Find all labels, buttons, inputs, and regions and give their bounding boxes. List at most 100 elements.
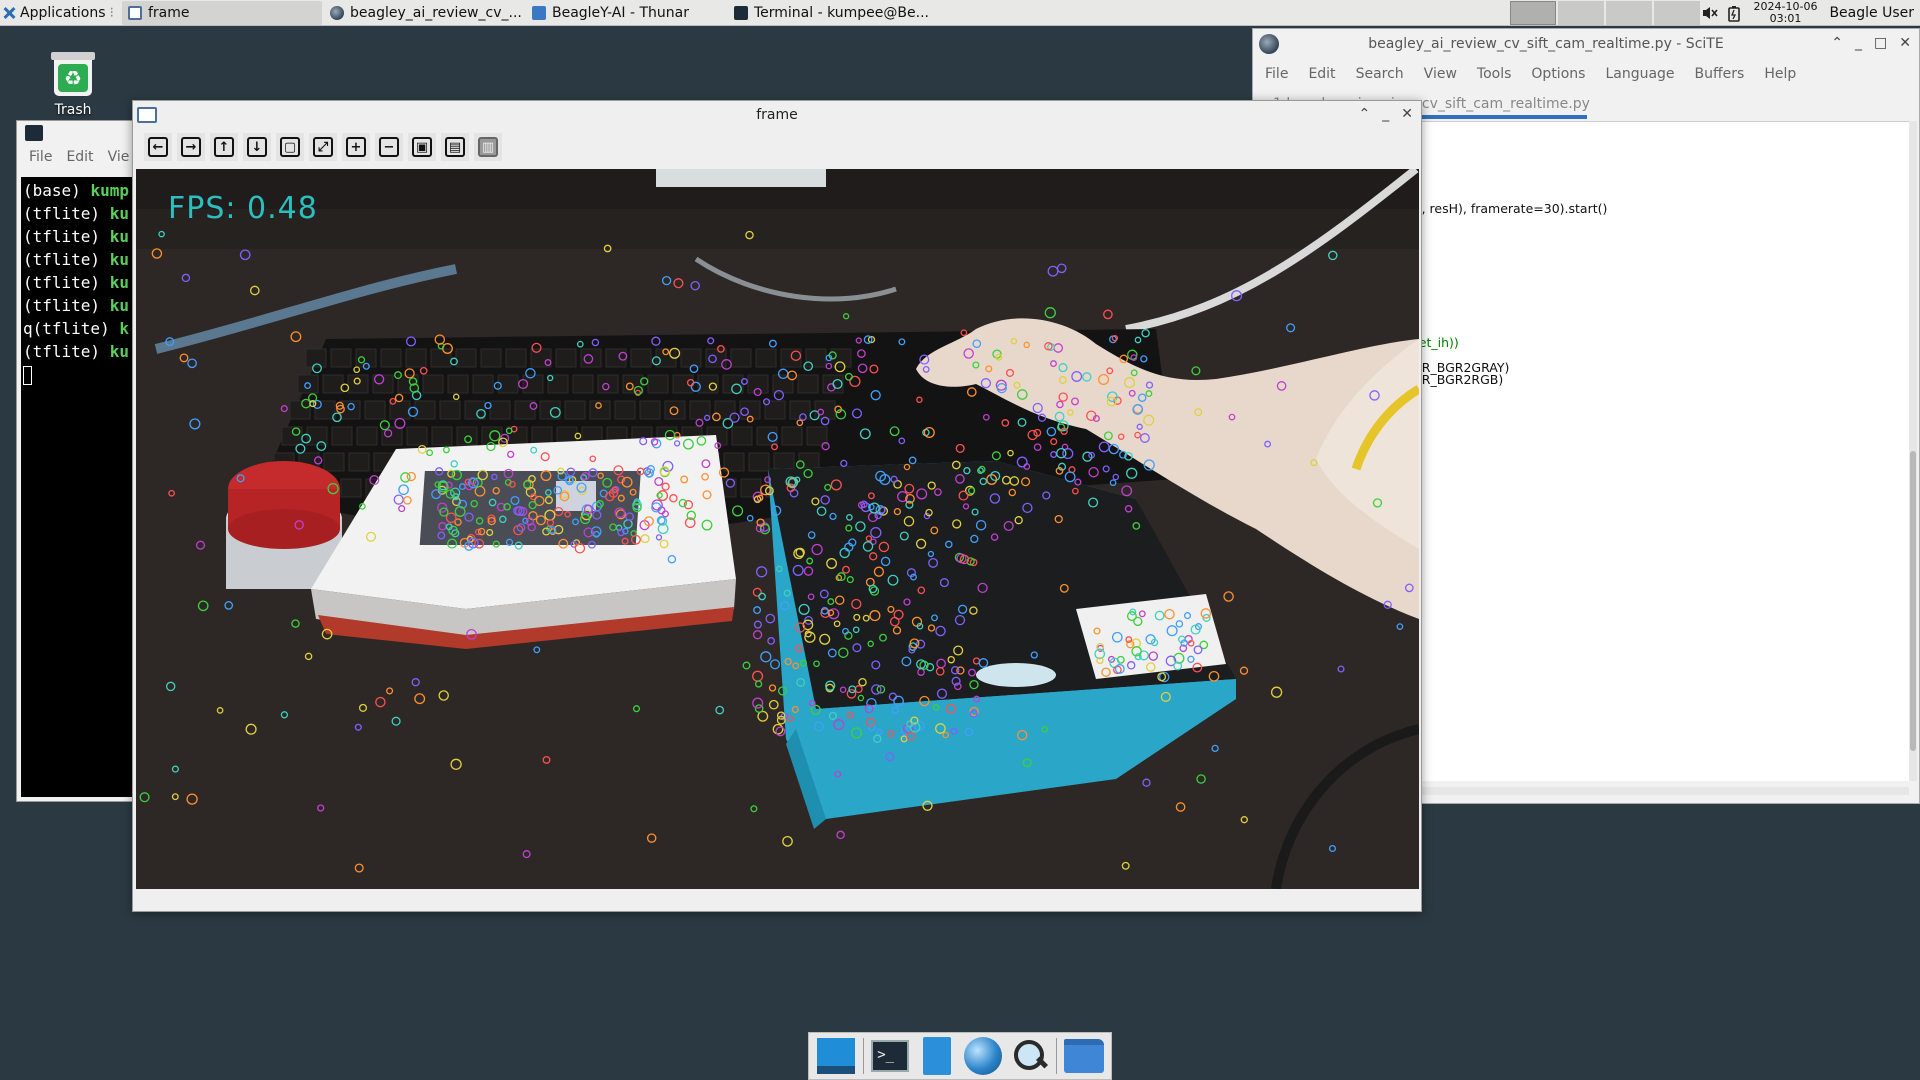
scite-titlebar[interactable]: beagley_ai_review_cv_sift_cam_realtime.p… xyxy=(1253,29,1919,59)
save-image-button[interactable]: ▣ xyxy=(408,133,436,161)
camera-frame-view[interactable]: FPS: 0.48 xyxy=(136,169,1419,889)
window-icon xyxy=(127,5,142,20)
volume-muted-icon[interactable] xyxy=(1702,6,1718,20)
scite-icon xyxy=(329,5,344,20)
frame-close-button[interactable]: ✕ xyxy=(1401,106,1413,122)
app-finder-launcher[interactable] xyxy=(1010,1036,1050,1076)
camera-image xyxy=(136,169,1419,889)
scite-menu-tools[interactable]: Tools xyxy=(1477,66,1512,82)
terminal-output[interactable]: (base) kump (tflite) ku (tflite) ku (tflite… xyxy=(21,177,135,797)
properties-button[interactable]: ▥ xyxy=(474,133,502,161)
web-browser-launcher[interactable] xyxy=(963,1036,1003,1076)
terminal-cursor xyxy=(23,366,32,385)
scite-menu-view[interactable]: View xyxy=(1424,66,1457,82)
trash-icon xyxy=(51,52,95,96)
scite-close-button[interactable]: ✕ xyxy=(1899,35,1911,51)
clock-time: 03:01 xyxy=(1769,12,1802,25)
pan-right-button[interactable]: → xyxy=(177,133,205,161)
scite-menu-buffers[interactable]: Buffers xyxy=(1695,66,1745,82)
scite-maximize-button[interactable]: □ xyxy=(1874,35,1887,51)
taskbar-button-0[interactable]: frame xyxy=(121,0,322,25)
bottom-dock: >_ xyxy=(808,1032,1112,1080)
terminal-prompt-user: ku xyxy=(109,227,129,246)
pan-down-button[interactable]: ↓ xyxy=(243,133,271,161)
trash-desktop-icon[interactable]: Trash xyxy=(46,52,100,118)
terminal-menu-edit[interactable]: Edit xyxy=(66,149,93,165)
scite-minimize-button[interactable]: _ xyxy=(1855,35,1862,51)
terminal-prompt-env: (tflite) xyxy=(23,227,110,246)
pan-up-button[interactable]: ↑ xyxy=(210,133,238,161)
workspace-switcher[interactable] xyxy=(1510,1,1700,25)
workspace-3[interactable] xyxy=(1606,1,1652,25)
scite-menu-language[interactable]: Language xyxy=(1605,66,1674,82)
web-browser-icon xyxy=(964,1037,1003,1075)
show-desktop-icon xyxy=(817,1038,856,1074)
terminal-line: (tflite) ku xyxy=(23,202,133,225)
zoom-in-icon: + xyxy=(346,137,366,157)
image-toolbar: ← → ↑ ↓ ▢ ⤢ + − ▣ ▤ ▥ xyxy=(133,129,1421,165)
task-list: frame beagley_ai_review_cv_... BeagleY-AI … xyxy=(120,0,928,25)
taskbar-button-label: frame xyxy=(147,4,190,21)
pan-up-icon: ↑ xyxy=(214,137,234,157)
terminal-prompt-env: (base) xyxy=(23,181,91,200)
home-folder-launcher[interactable] xyxy=(1063,1036,1104,1076)
terminal-launcher-launcher[interactable]: >_ xyxy=(870,1036,910,1076)
workspace-1[interactable] xyxy=(1510,1,1556,25)
taskbar-button-label: Terminal - kumpee@Be... xyxy=(753,4,928,21)
zoom-original-button[interactable]: ⤢ xyxy=(309,133,337,161)
show-desktop-launcher[interactable] xyxy=(816,1036,856,1076)
zoom-fit-button[interactable]: ▢ xyxy=(276,133,304,161)
dock-separator xyxy=(862,1038,864,1074)
user-menu[interactable]: Beagle User xyxy=(1829,5,1914,21)
terminal-prompt-env: (tflite) xyxy=(23,296,110,315)
terminal-menu-view[interactable]: Vie xyxy=(108,149,130,165)
terminal-prompt-user: ku xyxy=(109,273,129,292)
terminal-line: (tflite) ku xyxy=(23,271,133,294)
zoom-out-icon: − xyxy=(379,137,399,157)
terminal-window[interactable]: File Edit Vie (base) kump (tflite) ku (tfl… xyxy=(16,120,136,802)
file-manager-icon xyxy=(922,1037,951,1075)
frame-titlebar[interactable]: frame ⌃ _ ✕ xyxy=(133,101,1421,129)
terminal-prompt-env: (tflite) xyxy=(23,250,110,269)
terminal-prompt-user: kump xyxy=(90,181,129,200)
frame-minimize-button[interactable]: _ xyxy=(1382,106,1389,122)
zoom-out-button[interactable]: − xyxy=(375,133,403,161)
copy-clipboard-button[interactable]: ▤ xyxy=(441,133,469,161)
scite-menu-options[interactable]: Options xyxy=(1531,66,1585,82)
taskbar-button-3[interactable]: Terminal - kumpee@Be... xyxy=(728,1,928,25)
pan-left-button[interactable]: ← xyxy=(144,133,172,161)
scite-menu-file[interactable]: File xyxy=(1265,66,1288,82)
terminal-prompt-user: ku xyxy=(109,296,129,315)
terminal-menu-file[interactable]: File xyxy=(29,149,52,165)
zoom-in-button[interactable]: + xyxy=(342,133,370,161)
clock[interactable]: 2024-10-06 03:01 xyxy=(1754,1,1818,25)
terminal-icon xyxy=(733,5,748,20)
scite-shade-button[interactable]: ⌃ xyxy=(1831,35,1843,51)
editor-vertical-scrollbar[interactable] xyxy=(1909,121,1917,781)
terminal-prompt-user: ku xyxy=(109,204,129,223)
terminal-menubar: File Edit Vie xyxy=(17,145,135,169)
taskbar-button-1[interactable]: beagley_ai_review_cv_... xyxy=(324,1,524,25)
battery-icon[interactable] xyxy=(1727,6,1742,22)
terminal-titlebar[interactable] xyxy=(17,121,135,145)
terminal-line: (tflite) ku xyxy=(23,294,133,317)
dock-separator xyxy=(1056,1038,1058,1074)
folder-icon xyxy=(531,5,546,20)
scite-menu-edit[interactable]: Edit xyxy=(1308,66,1335,82)
pan-left-icon: ← xyxy=(148,137,168,157)
home-folder-icon xyxy=(1063,1039,1104,1073)
frame-shade-button[interactable]: ⌃ xyxy=(1359,106,1371,122)
taskbar-button-2[interactable]: BeagleY-AI - Thunar xyxy=(526,1,726,25)
scite-menu-help[interactable]: Help xyxy=(1764,66,1796,82)
pan-down-icon: ↓ xyxy=(247,137,267,157)
terminal-prompt-user: ku xyxy=(109,342,129,361)
applications-menu[interactable]: Applications ⁝ xyxy=(0,0,120,26)
file-manager-launcher[interactable] xyxy=(917,1036,957,1076)
frame-window[interactable]: frame ⌃ _ ✕ ← → ↑ ↓ ▢ ⤢ + − ▣ ▤ ▥ FPS: 0… xyxy=(132,100,1422,912)
terminal-prompt-user: ku xyxy=(109,250,129,269)
workspace-4[interactable] xyxy=(1654,1,1700,25)
workspace-2[interactable] xyxy=(1558,1,1604,25)
xfce-logo-icon xyxy=(2,6,16,20)
scite-menu-search[interactable]: Search xyxy=(1356,66,1404,82)
terminal-launcher-icon: >_ xyxy=(871,1040,910,1072)
